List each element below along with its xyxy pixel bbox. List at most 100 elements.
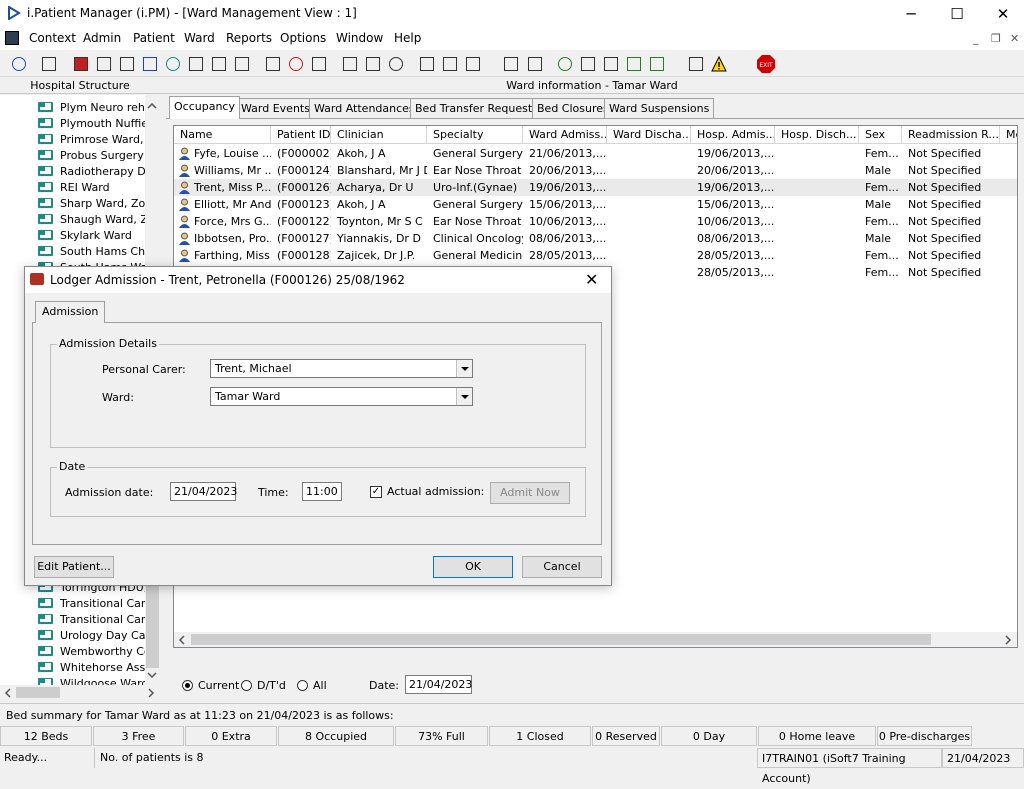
column-header-more[interactable]: Me: [1000, 126, 1017, 144]
scroll-up-icon[interactable]: [147, 102, 157, 110]
letter-icon[interactable]: [362, 53, 382, 73]
warning-icon[interactable]: [708, 53, 728, 73]
tree-item[interactable]: Urology Day Case: [38, 628, 145, 644]
clipboard-icon[interactable]: [416, 53, 436, 73]
filter-date-input[interactable]: 21/04/2023: [405, 675, 472, 694]
tree-hscroll-thumb[interactable]: [16, 687, 60, 698]
tree-scroll-thumb[interactable]: [146, 578, 159, 668]
mdi-close-button[interactable]: ✕: [1010, 32, 1019, 45]
table-row[interactable]: Williams, Mr ... (F000124) Blanshard, Mr J…: [174, 162, 1017, 179]
exit-icon[interactable]: EXIT: [755, 53, 775, 73]
close-button[interactable]: ✕: [980, 0, 1024, 28]
record-icon[interactable]: [70, 53, 90, 73]
referral-icon[interactable]: [208, 53, 228, 73]
print-icon[interactable]: [38, 53, 58, 73]
table-row[interactable]: Ibbotsen, Pro... (F000127) Yiannakis, Dr D…: [174, 230, 1017, 247]
scroll-right-icon[interactable]: [1004, 635, 1012, 645]
chevron-down-icon[interactable]: [456, 360, 472, 377]
menu-ward[interactable]: Ward: [184, 31, 215, 45]
tab-ward-suspensions[interactable]: Ward Suspensions: [604, 98, 715, 119]
tree-item[interactable]: Sharp Ward, Zon: [38, 196, 145, 212]
scroll-left-icon[interactable]: [178, 635, 186, 645]
clock-icon[interactable]: [285, 53, 305, 73]
chart-icon[interactable]: [524, 53, 544, 73]
tree-item[interactable]: Skylark Ward: [38, 228, 132, 244]
transfer-icon[interactable]: [231, 53, 251, 73]
cancel-button[interactable]: Cancel: [522, 556, 602, 578]
column-header-readmission[interactable]: Readmission R...: [902, 126, 1000, 144]
filter-current-radio[interactable]: Current: [182, 679, 239, 692]
edit-icon[interactable]: [185, 53, 205, 73]
tree-item[interactable]: Plym Neuro rehab: [38, 100, 145, 116]
tree-item[interactable]: Whitehorse Asse: [38, 660, 145, 676]
column-header-hosp-discharge[interactable]: Hosp. Disch...: [775, 126, 859, 144]
mdi-minimize-button[interactable]: _: [973, 32, 979, 45]
scroll-left-icon[interactable]: [4, 688, 12, 698]
tree-item[interactable]: Transitional Care: [38, 596, 145, 612]
column-header-ward-discharge[interactable]: Ward Discha...: [607, 126, 691, 144]
globe-icon[interactable]: [554, 53, 574, 73]
tree-item[interactable]: Shaugh Ward, Zo: [38, 212, 145, 228]
actual-admission-checkbox[interactable]: ✓: [370, 486, 382, 498]
maximize-button[interactable]: ☐: [934, 0, 980, 28]
table-row[interactable]: Elliott, Mr And... (F000123) Akoh, J A Gene…: [174, 196, 1017, 213]
disc-icon[interactable]: [385, 53, 405, 73]
tools-icon[interactable]: [262, 53, 282, 73]
menu-context[interactable]: Context: [29, 31, 76, 45]
column-header-clinician[interactable]: Clinician: [331, 126, 427, 144]
tree-item[interactable]: Plymouth Nuffield: [38, 116, 145, 132]
mdi-child-icon[interactable]: [5, 31, 19, 45]
tab-bed-closures[interactable]: Bed Closures: [532, 98, 614, 119]
screen-icon[interactable]: [308, 53, 328, 73]
ok-button[interactable]: OK: [433, 556, 513, 578]
chevron-down-icon[interactable]: [456, 388, 472, 405]
tab-admission[interactable]: Admission: [35, 301, 106, 323]
table-row[interactable]: Trent, Miss P... (F000126) Acharya, Dr U Ur…: [174, 179, 1017, 196]
menu-admin[interactable]: Admin: [83, 31, 121, 45]
menu-window[interactable]: Window: [336, 31, 383, 45]
find-patient-icon[interactable]: [8, 53, 28, 73]
tree-item[interactable]: Wembworthy Cer: [38, 644, 145, 660]
scroll-right-icon[interactable]: [147, 688, 155, 698]
tab-occupancy[interactable]: Occupancy: [169, 96, 240, 119]
check-icon[interactable]: [600, 53, 620, 73]
table-row[interactable]: Force, Mrs G... (F000122) Toynton, Mr S C E…: [174, 213, 1017, 230]
admission-date-input[interactable]: 21/04/2023: [170, 482, 237, 501]
ward-select[interactable]: Tamar Ward: [210, 387, 473, 406]
personal-carer-select[interactable]: Trent, Michael: [210, 359, 473, 378]
edit-patient-button[interactable]: Edit Patient...: [34, 556, 114, 578]
mdi-restore-button[interactable]: ❐: [991, 32, 1001, 45]
document-icon[interactable]: [500, 53, 520, 73]
menu-help[interactable]: Help: [394, 31, 421, 45]
notes-icon[interactable]: [116, 53, 136, 73]
tree-item[interactable]: Transitional Care: [38, 612, 145, 628]
tab-ward-events[interactable]: Ward Events: [236, 98, 315, 119]
column-header-name[interactable]: Name: [174, 126, 271, 144]
admit-icon[interactable]: [93, 53, 113, 73]
column-header-hosp-admission[interactable]: Hosp. Admis...: [691, 126, 775, 144]
menu-options[interactable]: Options: [280, 31, 326, 45]
filter-all-radio[interactable]: All: [297, 679, 327, 692]
table-hscroll-thumb[interactable]: [191, 634, 931, 645]
admit-now-button[interactable]: Admit Now: [490, 482, 570, 504]
forward-icon[interactable]: [623, 53, 643, 73]
column-header-specialty[interactable]: Specialty: [427, 126, 523, 144]
scroll-down-icon[interactable]: [147, 671, 157, 679]
filter-dtd-radio[interactable]: D/T'd: [241, 679, 286, 692]
tab-bed-transfer-requests[interactable]: Bed Transfer Requests: [410, 98, 543, 119]
checklist-icon[interactable]: [577, 53, 597, 73]
tree-item[interactable]: REI Ward: [38, 180, 110, 196]
column-header-ward-admission[interactable]: Ward Admiss...: [523, 126, 607, 144]
tab-ward-attendances[interactable]: Ward Attendances: [309, 98, 420, 119]
list-icon[interactable]: [339, 53, 359, 73]
time-input[interactable]: 11:00: [302, 482, 342, 501]
person-icon[interactable]: [162, 53, 182, 73]
minimize-button[interactable]: ─: [888, 0, 934, 28]
waiting-list-icon[interactable]: [462, 53, 482, 73]
tree-item[interactable]: Radiotherapy Day: [38, 164, 145, 180]
menu-reports[interactable]: Reports: [226, 31, 272, 45]
tree-item[interactable]: Probus Surgery W: [38, 148, 145, 164]
table-row[interactable]: Fyfe, Louise ... (F000002) Akoh, J A Genera…: [174, 145, 1017, 162]
menu-patient[interactable]: Patient: [133, 31, 175, 45]
dialog-close-button[interactable]: ✕: [585, 270, 598, 289]
